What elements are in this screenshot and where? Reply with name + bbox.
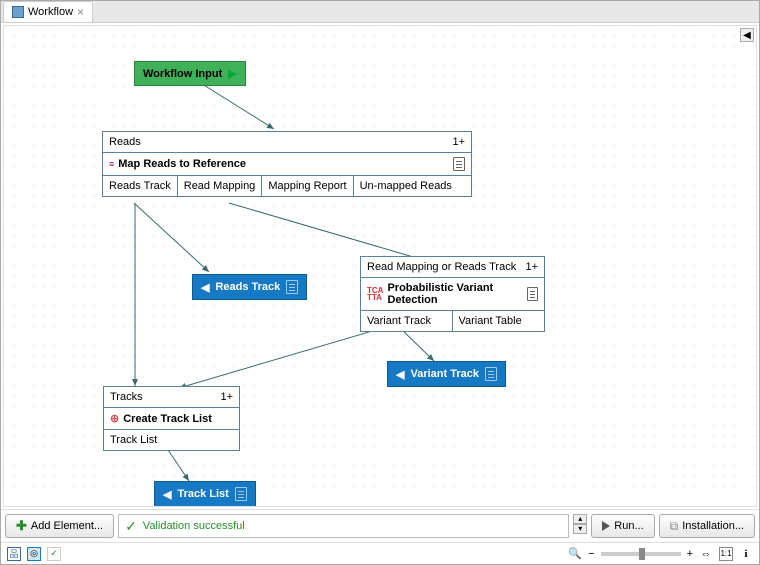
port-unmapped-reads[interactable]: Un-mapped Reads [354, 176, 458, 196]
minimap-toggle[interactable]: ◀ [740, 28, 754, 42]
port-track-list[interactable]: Track List [104, 430, 239, 450]
installation-label: Installation... [682, 520, 744, 532]
toolbar: ✚ Add Element... ✓ Validation successful… [1, 509, 759, 542]
zoom-out-icon[interactable]: 🔍 [568, 547, 582, 561]
view-check-icon[interactable]: ✓ [47, 547, 61, 561]
status-spinner[interactable]: ▴ ▾ [573, 514, 587, 538]
track-list-label: Track List [177, 488, 228, 500]
map-reads-header-label: Reads [109, 136, 141, 148]
document-icon [235, 487, 247, 501]
create-list-icon: ⊕ [110, 412, 119, 425]
variant-body: TCATTA Probabilistic Variant Detection [361, 278, 544, 311]
reads-track-label: Reads Track [215, 281, 280, 293]
run-label: Run... [614, 520, 643, 532]
variant-body-label: Probabilistic Variant Detection [387, 282, 523, 306]
workflow-icon [12, 6, 24, 18]
arrow-left-icon: ◀ [163, 488, 171, 501]
variant-header-label: Read Mapping or Reads Track [367, 261, 516, 273]
reads-track-output[interactable]: ◀ Reads Track [192, 274, 307, 300]
variant-track-output[interactable]: ◀ Variant Track [387, 361, 506, 387]
plus-icon: ✚ [16, 518, 27, 534]
reads-icon: ≡ [109, 159, 114, 169]
fit-width-icon[interactable]: ⇔ [699, 547, 713, 561]
document-icon [485, 367, 497, 381]
close-icon[interactable]: × [77, 5, 84, 19]
zoom-slider[interactable] [601, 552, 681, 556]
map-reads-header: Reads 1+ [103, 132, 471, 153]
document-icon [286, 280, 298, 294]
workflow-canvas[interactable]: Workflow Input ▶ Reads 1+ ≡ Map Reads to… [4, 26, 756, 506]
document-icon [527, 287, 538, 301]
variant-detection-node[interactable]: Read Mapping or Reads Track 1+ TCATTA Pr… [360, 256, 545, 332]
tab-workflow[interactable]: Workflow × [3, 1, 93, 22]
tracks-body-label: Create Track List [123, 413, 212, 425]
arrow-right-icon: ▶ [228, 67, 236, 80]
port-read-mapping[interactable]: Read Mapping [178, 176, 263, 196]
map-reads-ports: Reads Track Read Mapping Mapping Report … [103, 176, 471, 196]
arrow-left-icon: ◀ [201, 281, 209, 294]
create-track-list-node[interactable]: Tracks 1+ ⊕ Create Track List Track List [103, 386, 240, 451]
spinner-down[interactable]: ▾ [573, 524, 587, 534]
port-variant-table[interactable]: Variant Table [453, 311, 545, 331]
port-variant-track[interactable]: Variant Track [361, 311, 453, 331]
checkmark-icon: ✓ [125, 518, 137, 535]
tracks-header-label: Tracks [110, 391, 143, 403]
tracks-header: Tracks 1+ [104, 387, 239, 408]
map-reads-body-label: Map Reads to Reference [118, 158, 246, 170]
bottom-bar: 品 ◎ ✓ 🔍 − + ⇔ 1:1 i [1, 542, 759, 564]
document-icon [453, 157, 465, 171]
tab-title: Workflow [28, 6, 73, 18]
track-list-output[interactable]: ◀ Track List [154, 481, 256, 507]
install-icon: ⧉ [670, 519, 679, 534]
add-element-label: Add Element... [31, 520, 103, 532]
tracks-mult: 1+ [220, 391, 233, 403]
arrow-left-icon: ◀ [396, 368, 404, 381]
validation-status-label: Validation successful [143, 520, 245, 532]
info-icon[interactable]: i [739, 547, 753, 561]
tab-bar: Workflow × [1, 1, 759, 23]
run-button[interactable]: Run... [591, 514, 654, 538]
canvas-wrap: Workflow Input ▶ Reads 1+ ≡ Map Reads to… [3, 25, 757, 507]
tracks-body: ⊕ Create Track List [104, 408, 239, 430]
workflow-input-node[interactable]: Workflow Input ▶ [134, 61, 246, 86]
validation-status: ✓ Validation successful [118, 514, 569, 538]
play-icon [602, 521, 610, 531]
add-element-button[interactable]: ✚ Add Element... [5, 514, 114, 538]
port-reads-track[interactable]: Reads Track [103, 176, 178, 196]
port-mapping-report[interactable]: Mapping Report [262, 176, 353, 196]
zoom-minus[interactable]: − [588, 548, 594, 560]
tca-icon: TCATTA [367, 287, 383, 301]
variant-header: Read Mapping or Reads Track 1+ [361, 257, 544, 278]
view-record-icon[interactable]: ◎ [27, 547, 41, 561]
spinner-up[interactable]: ▴ [573, 514, 587, 524]
variant-track-label: Variant Track [410, 368, 479, 380]
map-reads-node[interactable]: Reads 1+ ≡ Map Reads to Reference Reads … [102, 131, 472, 197]
map-reads-mult: 1+ [452, 136, 465, 148]
view-diagram-icon[interactable]: 品 [7, 547, 21, 561]
variant-mult: 1+ [525, 261, 538, 273]
zoom-plus[interactable]: + [687, 548, 693, 560]
tracks-ports: Track List [104, 430, 239, 450]
zoom-thumb[interactable] [639, 548, 645, 560]
zoom-reset-icon[interactable]: 1:1 [719, 547, 733, 561]
workflow-input-label: Workflow Input [143, 68, 222, 80]
installation-button[interactable]: ⧉ Installation... [659, 514, 755, 538]
variant-ports: Variant Track Variant Table [361, 311, 544, 331]
map-reads-body: ≡ Map Reads to Reference [103, 153, 471, 176]
